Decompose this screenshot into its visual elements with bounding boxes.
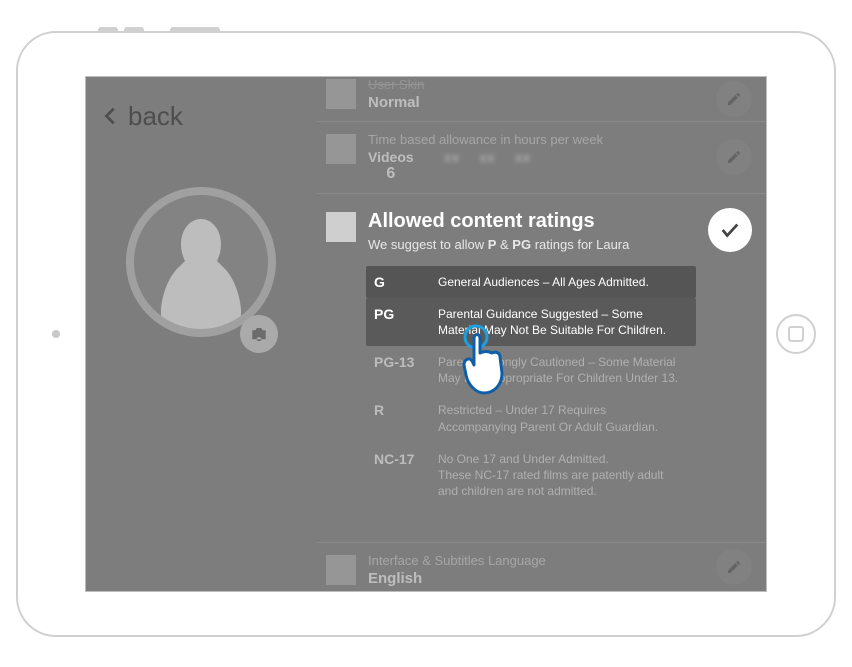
confirm-ratings-button[interactable] [708,208,752,252]
row-icon-placeholder [326,212,356,242]
row-icon-placeholder [326,555,356,585]
row-icon-placeholder [326,79,356,109]
row-allowed-ratings: Allowed content ratings We suggest to al… [316,194,766,542]
rating-desc: Restricted – Under 17 Requires Accompany… [438,402,686,434]
profile-avatar[interactable] [126,187,286,347]
rating-option-r[interactable]: R Restricted – Under 17 Requires Accompa… [366,394,696,442]
ratings-suggestion: We suggest to allow P & PG ratings for L… [368,237,696,252]
row-icon-placeholder [326,134,356,164]
rating-desc: Parental Guidance Suggested – Some Mater… [438,306,686,338]
edit-allowance-button[interactable] [716,139,752,175]
rating-code: R [374,402,424,418]
back-label: back [128,101,183,132]
language-value: English [368,570,696,587]
home-button[interactable] [776,314,816,354]
row-time-allowance[interactable]: Time based allowance in hours per week V… [316,122,766,194]
ratings-title: Allowed content ratings [368,210,696,233]
change-photo-button[interactable] [240,315,278,353]
checkmark-icon [719,219,741,241]
app-screen: back User Skin Normal [86,77,766,591]
rating-desc: Parents Strongly Cautioned – Some Materi… [438,354,686,386]
rating-code: NC-17 [374,451,424,467]
rating-code: PG-13 [374,354,424,370]
allowance-videos-value: 6 [368,165,414,183]
edit-user-skin-button[interactable] [716,81,752,117]
device-top-buttons [98,27,220,33]
pencil-icon [726,559,742,575]
user-skin-value: Normal [368,94,696,111]
rating-option-pg13[interactable]: PG-13 Parents Strongly Cautioned – Some … [366,346,696,394]
user-skin-label: User Skin [368,77,696,92]
tablet-frame: back User Skin Normal [16,31,836,637]
pencil-icon [726,149,742,165]
row-user-skin[interactable]: User Skin Normal [316,77,766,122]
back-button[interactable]: back [100,101,183,132]
allowance-label: Time based allowance in hours per week [368,132,696,147]
allowance-other-values-blurred: xxxxxx [444,149,531,165]
edit-language-button[interactable] [716,549,752,585]
rating-code: PG [374,306,424,322]
person-silhouette-icon [151,209,251,329]
avatar-image [126,187,276,337]
rating-desc: General Audiences – All Ages Admitted. [438,274,649,290]
rating-option-pg[interactable]: PG Parental Guidance Suggested – Some Ma… [366,298,696,346]
rating-option-nc17[interactable]: NC-17 No One 17 and Under Admitted. Thes… [366,443,696,508]
rating-code: G [374,274,424,290]
pencil-icon [726,91,742,107]
rating-desc: No One 17 and Under Admitted. These NC-1… [438,451,686,500]
allowance-videos-label: Videos [368,149,414,165]
ratings-list: G General Audiences – All Ages Admitted.… [366,266,696,508]
row-language[interactable]: Interface & Subtitles Language English [316,542,766,591]
rating-option-g[interactable]: G General Audiences – All Ages Admitted. [366,266,696,298]
chevron-left-icon [100,105,122,127]
camera-icon [250,327,268,341]
language-label: Interface & Subtitles Language [368,553,696,568]
